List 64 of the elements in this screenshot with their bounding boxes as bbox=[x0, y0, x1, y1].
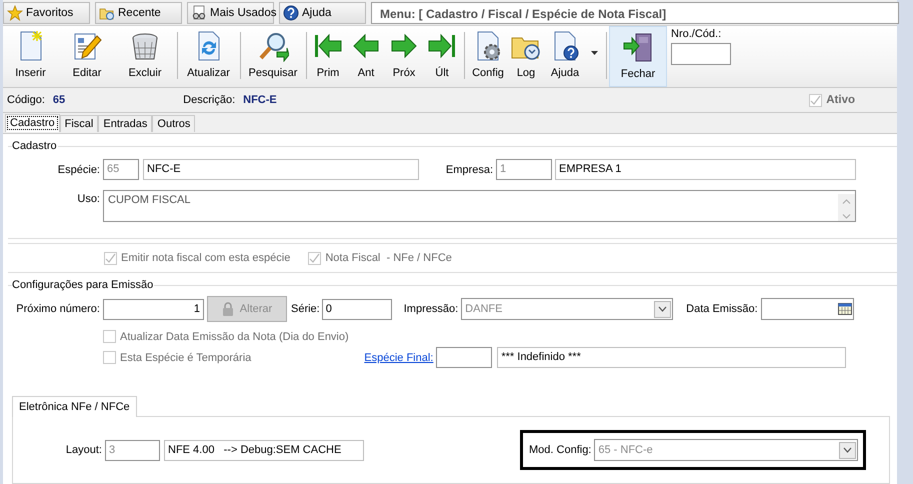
tab[interactable]: Eletrônica NFe / NFCe bbox=[12, 396, 137, 417]
series-input[interactable]: 0 bbox=[322, 298, 392, 320]
section-title: Cadastro bbox=[12, 140, 58, 152]
date-input[interactable] bbox=[760, 298, 854, 320]
field-label: Empresa: bbox=[444, 164, 493, 176]
chevron-down-icon bbox=[843, 447, 852, 453]
toolbar-button[interactable]: Editar bbox=[58, 26, 116, 88]
field-label: Código: bbox=[7, 94, 45, 106]
field-label: Impressão: bbox=[404, 303, 458, 315]
field-label: Uso: bbox=[76, 193, 100, 205]
magnifier-icon bbox=[257, 30, 289, 62]
scroll-down-icon bbox=[842, 214, 851, 219]
field-label: Próximo número: bbox=[15, 303, 100, 315]
checkbox-label: Ativo bbox=[826, 94, 855, 106]
star-icon bbox=[7, 5, 23, 21]
toolbar-button[interactable]: Config bbox=[467, 26, 509, 88]
caret-icon bbox=[591, 51, 598, 56]
field-label: Descrição: bbox=[183, 94, 236, 106]
toolbar-button[interactable]: Ant bbox=[347, 26, 385, 88]
code-input[interactable] bbox=[436, 347, 492, 368]
checkbox-label: Nota Fiscal - NFe / NFCe bbox=[325, 252, 452, 264]
toolbar-button[interactable]: Prim bbox=[309, 26, 347, 88]
nav-button[interactable]: Ajuda bbox=[279, 2, 366, 24]
toolbar-button[interactable]: Inserir bbox=[3, 26, 58, 88]
nav-button[interactable]: Recente bbox=[95, 2, 182, 24]
checkbox-label: Esta Espécie é Temporária bbox=[120, 352, 252, 364]
door-exit-icon bbox=[622, 31, 654, 64]
section-title: Configurações para Emissão bbox=[12, 279, 154, 291]
tab[interactable]: Fiscal bbox=[60, 115, 98, 132]
scroll-up-icon bbox=[842, 199, 851, 204]
nav-button[interactable]: Mais Usados bbox=[187, 2, 274, 24]
menu-path: Menu: [ Cadastro / Fiscal / Espécie de Nota Fiscal] bbox=[371, 2, 899, 24]
check-icon bbox=[309, 252, 320, 264]
code-value: 65 bbox=[52, 94, 66, 106]
check-icon bbox=[105, 252, 116, 264]
tab[interactable]: Cadastro bbox=[5, 114, 60, 132]
toolbar-button[interactable]: Próx bbox=[385, 26, 423, 88]
code-input[interactable] bbox=[671, 43, 731, 66]
field-label: Série: bbox=[291, 303, 320, 315]
field-label: Mod. Config: bbox=[529, 444, 592, 456]
checkbox-label: Atualizar Data Emissão da Nota (Dia do Envio) bbox=[120, 330, 349, 342]
tab[interactable]: Entradas bbox=[98, 115, 152, 132]
field-label: Layout: bbox=[64, 444, 102, 456]
checkbox-label: Emitir nota fiscal com esta espécie bbox=[121, 252, 290, 264]
name-input[interactable]: EMPRESA 1 bbox=[555, 159, 856, 180]
nav-button[interactable]: Favoritos bbox=[3, 2, 90, 24]
especie-final-link[interactable]: Espécie Final: bbox=[364, 352, 434, 364]
field-label: Data Emissão: bbox=[686, 303, 758, 315]
description-input[interactable]: NFE 4.00 --> Debug:SEM CACHE bbox=[164, 440, 364, 460]
description-value: NFC-E bbox=[243, 94, 277, 106]
field-label: Nro./Cód.: bbox=[671, 28, 722, 40]
name-input[interactable]: *** Indefinido *** bbox=[497, 347, 846, 368]
tab[interactable]: Outros bbox=[152, 115, 196, 132]
field-label: Espécie: bbox=[56, 164, 100, 176]
chevron-down-icon bbox=[658, 306, 668, 312]
number-input[interactable]: 1 bbox=[103, 298, 204, 320]
help-icon bbox=[283, 5, 299, 21]
toolbar-button[interactable]: Fechar bbox=[609, 26, 667, 88]
toolbar-button[interactable]: Log bbox=[509, 26, 543, 88]
glasses-icon bbox=[191, 5, 207, 21]
name-input[interactable]: NFC-E bbox=[143, 159, 419, 180]
calendar-icon bbox=[838, 303, 852, 315]
lock-icon bbox=[222, 302, 234, 316]
check-icon bbox=[810, 94, 822, 106]
